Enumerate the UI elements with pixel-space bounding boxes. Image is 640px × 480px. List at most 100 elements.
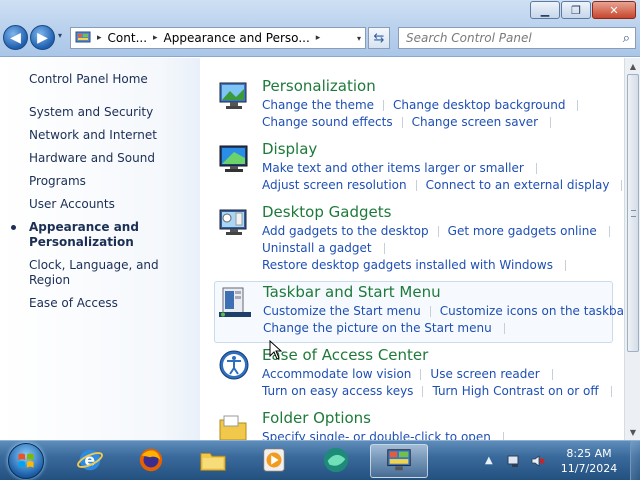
address-dropdown-icon[interactable]: ▾	[357, 34, 361, 43]
task-link[interactable]: Change the picture on the Start menu	[263, 320, 492, 337]
link-separator	[621, 180, 623, 191]
task-link[interactable]: Turn High Contrast on or off	[432, 383, 598, 400]
app-icon	[322, 446, 350, 477]
volume-muted-icon[interactable]	[530, 453, 546, 469]
category-taskbar: Taskbar and Start Menu Customize the Star…	[214, 281, 624, 343]
sidebar-item[interactable]: System and Security	[29, 105, 200, 120]
window-titlebar: ▁ ❐ ✕ ◀ ▶ ▾ ▸ Cont... ▸ Appearance and P…	[0, 0, 640, 57]
task-link[interactable]: Accommodate low vision	[262, 366, 411, 383]
task-link[interactable]: Customize the Start menu	[263, 303, 421, 320]
task-link[interactable]: Turn on easy access keys	[262, 383, 413, 400]
category-display: Display Make text and other items larger …	[214, 139, 623, 201]
windows-logo-icon	[18, 453, 34, 468]
clock-date: 11/7/2024	[560, 462, 618, 475]
firefox-taskbar-button[interactable]	[131, 444, 171, 478]
display-icon[interactable]	[218, 143, 250, 175]
category-title[interactable]: Desktop Gadgets	[262, 203, 391, 221]
category-links: Change the theme Change desktop backgroun…	[262, 97, 587, 131]
category-folder-options: Folder Options Specify single- or double-…	[214, 408, 613, 440]
category-title[interactable]: Folder Options	[262, 409, 371, 427]
breadcrumb-separator[interactable]: ▸	[153, 33, 158, 43]
scrollbar-thumb[interactable]	[627, 74, 639, 352]
task-link[interactable]: Adjust screen resolution	[262, 177, 407, 194]
link-separator	[608, 226, 610, 237]
category-title[interactable]: Taskbar and Start Menu	[263, 283, 441, 301]
category-title[interactable]: Ease of Access Center	[262, 346, 428, 364]
start-button[interactable]	[8, 443, 44, 479]
file-explorer-icon	[199, 446, 227, 477]
control-panel-home-link[interactable]: Control Panel Home	[29, 72, 148, 86]
folder-options-icon[interactable]	[218, 412, 250, 440]
refresh-button[interactable]: ⇆	[368, 27, 390, 49]
taskbar-clock[interactable]: 8:25 AM 11/7/2024	[556, 446, 622, 476]
personalization-icon[interactable]	[218, 80, 250, 112]
task-link[interactable]: Use screen reader	[430, 366, 539, 383]
minimize-button[interactable]: ▁	[530, 1, 560, 19]
sidebar-item[interactable]: User Accounts	[29, 197, 200, 212]
sidebar-item[interactable]: Hardware and Sound	[29, 151, 200, 166]
task-link[interactable]: Restore desktop gadgets installed with W…	[262, 257, 553, 274]
task-link[interactable]: Change desktop background	[393, 97, 565, 114]
app-taskbar-button[interactable]	[316, 444, 356, 478]
active-bullet-icon	[11, 225, 16, 230]
maximize-button[interactable]: ❐	[561, 1, 591, 19]
close-button[interactable]: ✕	[592, 1, 636, 19]
task-link[interactable]: Add gadgets to the desktop	[262, 223, 429, 240]
task-link[interactable]: Customize icons on the taskbar	[440, 303, 624, 320]
task-link[interactable]: Uninstall a gadget	[262, 240, 372, 257]
ease-of-access-icon[interactable]	[218, 349, 250, 381]
search-icon[interactable]: ⌕	[623, 31, 630, 46]
network-icon[interactable]	[506, 453, 522, 469]
breadcrumb-separator[interactable]: ▸	[97, 33, 102, 43]
breadcrumb-control-panel[interactable]: Cont...	[108, 31, 147, 45]
sidebar-item-label: User Accounts	[29, 197, 115, 211]
breadcrumb-appearance[interactable]: Appearance and Perso...	[164, 31, 310, 45]
task-link[interactable]: Get more gadgets online	[448, 223, 597, 240]
category-title[interactable]: Personalization	[262, 77, 376, 95]
breadcrumb-separator[interactable]: ▸	[316, 33, 321, 43]
firefox-icon	[137, 446, 165, 477]
task-link[interactable]: Change the theme	[262, 97, 374, 114]
sidebar-item[interactable]: Ease of Access	[29, 296, 200, 311]
address-bar[interactable]: ▸ Cont... ▸ Appearance and Perso... ▸ ▾	[70, 27, 366, 49]
category-links: Customize the Start menu Customize icons …	[263, 303, 624, 337]
link-separator	[535, 163, 537, 174]
taskbar-icon[interactable]	[219, 286, 251, 318]
task-link[interactable]: Change screen saver	[412, 114, 539, 131]
task-link[interactable]: Specify single- or double-click to open	[262, 429, 491, 440]
link-separator	[551, 369, 553, 380]
task-link[interactable]: Change sound effects	[262, 114, 393, 131]
sidebar-item[interactable]: Clock, Language, and Region	[29, 258, 200, 288]
control-panel-icon	[385, 446, 413, 477]
file-explorer-taskbar-button[interactable]	[193, 444, 233, 478]
link-separator	[429, 306, 431, 317]
back-button[interactable]: ◀	[3, 25, 28, 50]
show-desktop-button[interactable]	[630, 441, 640, 480]
internet-explorer-taskbar-button[interactable]: e	[70, 444, 110, 478]
sidebar-item[interactable]: Network and Internet	[29, 128, 200, 143]
control-panel-taskbar-button[interactable]	[370, 444, 428, 478]
gadgets-icon[interactable]	[218, 206, 250, 238]
media-player-taskbar-button[interactable]	[254, 444, 294, 478]
sidebar-item-label: Personalization	[29, 235, 134, 249]
scroll-up-arrow-icon[interactable]: ▲	[627, 60, 639, 72]
show-hidden-icons-button[interactable]: ▲	[485, 455, 493, 466]
sidebar-item[interactable]: Appearance and Personalization	[11, 220, 200, 250]
task-link[interactable]: Make text and other items larger or smal…	[262, 160, 524, 177]
forward-button[interactable]: ▶	[30, 25, 55, 50]
vertical-scrollbar[interactable]: ▲ ▼	[624, 58, 640, 440]
category-links: Make text and other items larger or smal…	[262, 160, 624, 194]
scroll-down-arrow-icon[interactable]: ▼	[627, 426, 639, 438]
sidebar-item-label: System and Security	[29, 105, 154, 119]
link-separator	[383, 243, 385, 254]
category-title[interactable]: Display	[262, 140, 317, 158]
task-link[interactable]: Connect to an external display	[426, 177, 610, 194]
control-panel-icon	[75, 31, 91, 43]
taskbar: e ▲ 8:25 AM 11/7/2024	[0, 440, 640, 480]
link-separator	[420, 369, 422, 380]
search-input[interactable]: Search Control Panel ⌕	[398, 27, 636, 49]
link-separator	[401, 117, 403, 128]
sidebar-item[interactable]: Programs	[29, 174, 200, 189]
link-separator	[550, 117, 552, 128]
recent-pages-dropdown[interactable]: ▾	[58, 31, 62, 40]
